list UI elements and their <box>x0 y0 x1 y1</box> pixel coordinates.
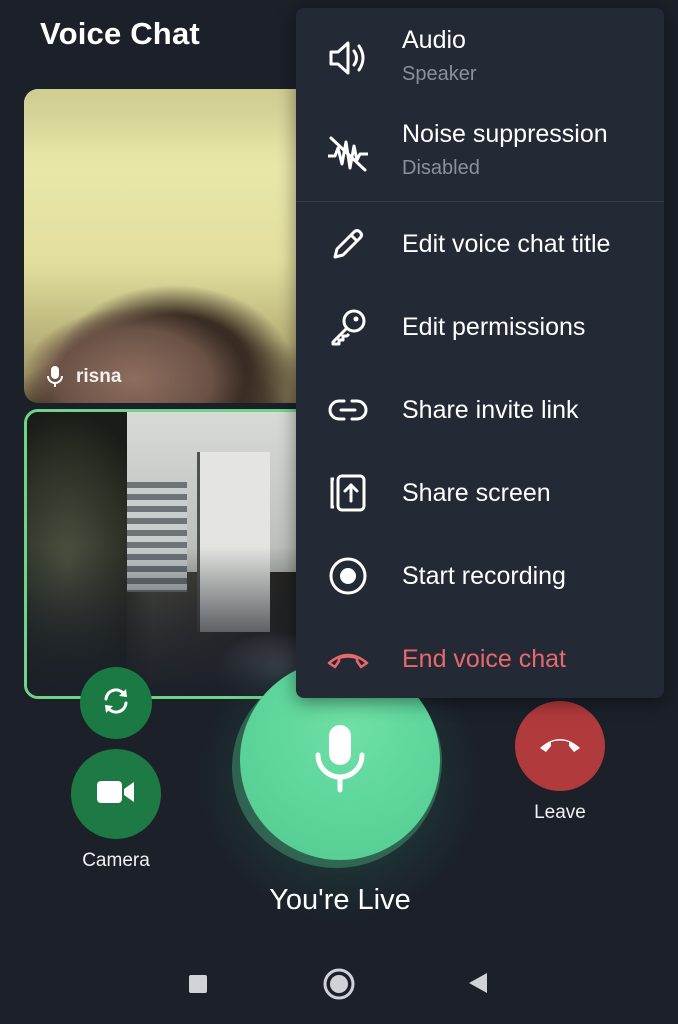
hang-up-icon <box>537 734 583 759</box>
menu-item-label: Audio <box>402 26 466 54</box>
pencil-icon <box>326 222 370 266</box>
leave-button[interactable] <box>515 701 605 791</box>
menu-item-share-invite-link[interactable]: Share invite link <box>296 368 664 450</box>
menu-item-start-recording[interactable]: Start recording <box>296 534 664 616</box>
menu-item-noise-suppression[interactable]: Noise suppression Disabled <box>296 116 664 200</box>
camera-label: Camera <box>82 850 150 871</box>
back-button[interactable] <box>468 972 488 999</box>
record-icon <box>326 554 370 598</box>
camera-button[interactable] <box>71 749 161 839</box>
menu-item-label: Edit permissions <box>402 313 586 341</box>
hang-up-icon <box>326 637 370 681</box>
menu-item-label: Edit voice chat title <box>402 230 611 258</box>
menu-item-value: Speaker <box>402 63 477 85</box>
menu-item-label: Share invite link <box>402 396 579 424</box>
menu-item-edit-title[interactable]: Edit voice chat title <box>296 202 664 284</box>
page-title: Voice Chat <box>40 16 200 51</box>
menu-item-end-voice-chat[interactable]: End voice chat <box>296 617 664 699</box>
menu-item-label: Share screen <box>402 479 551 507</box>
menu-item-value: Disabled <box>402 157 480 179</box>
menu-item-share-screen[interactable]: Share screen <box>296 451 664 533</box>
link-icon <box>326 388 370 432</box>
recents-button[interactable] <box>188 974 208 999</box>
mic-icon <box>46 365 64 389</box>
flip-camera-button[interactable] <box>80 667 152 739</box>
circle-icon <box>323 968 355 1005</box>
participant-name: risna <box>76 366 122 387</box>
menu-item-audio[interactable]: Audio Speaker <box>296 22 664 106</box>
menu-item-edit-permissions[interactable]: Edit permissions <box>296 285 664 367</box>
menu-item-label: End voice chat <box>402 645 566 673</box>
menu-item-label: Noise suppression <box>402 120 608 148</box>
noise-suppression-icon <box>326 132 370 176</box>
speaker-icon <box>326 36 370 80</box>
system-nav-bar <box>0 944 678 1024</box>
participant-label: risna <box>46 365 121 389</box>
square-icon <box>188 974 208 999</box>
microphone-icon <box>312 723 368 798</box>
home-button[interactable] <box>323 968 355 1005</box>
triangle-back-icon <box>468 972 488 999</box>
video-camera-icon <box>96 779 136 810</box>
key-icon <box>326 305 370 349</box>
leave-label: Leave <box>534 802 586 823</box>
live-status: You're Live <box>269 884 411 916</box>
voice-chat-options-menu: Audio Speaker Noise suppression Disabled… <box>296 8 664 698</box>
menu-item-label: Start recording <box>402 562 566 590</box>
flip-camera-icon <box>99 684 133 723</box>
share-screen-icon <box>326 471 370 515</box>
